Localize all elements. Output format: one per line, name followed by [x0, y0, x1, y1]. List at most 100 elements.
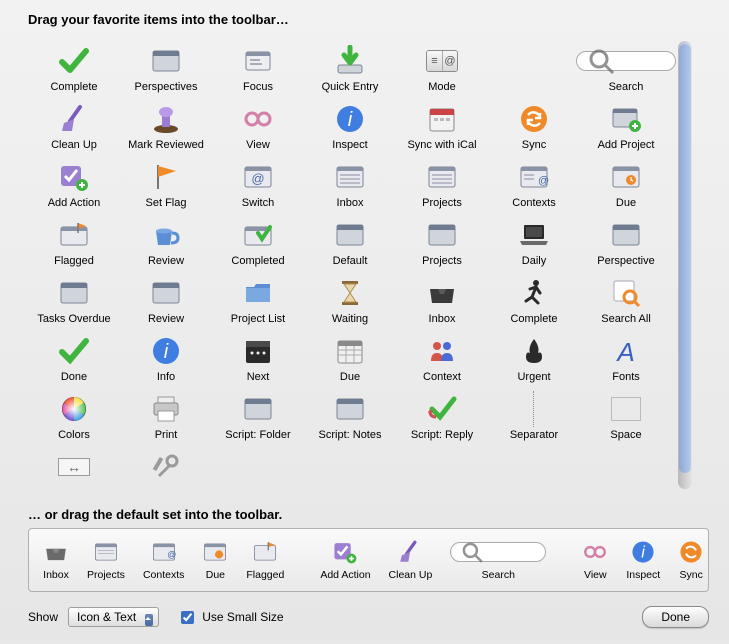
sync-icon — [678, 539, 704, 565]
item-projects-2[interactable]: Projects — [396, 219, 488, 267]
vertical-scrollbar[interactable] — [678, 41, 692, 489]
item-complete-2[interactable]: Complete — [488, 277, 580, 325]
item-fonts[interactable]: A Fonts — [580, 335, 672, 383]
item-info[interactable]: i Info — [120, 335, 212, 383]
glasses-icon — [242, 103, 274, 135]
item-inspect[interactable]: i Inspect — [304, 103, 396, 151]
default-contexts[interactable]: @Contexts — [143, 539, 184, 581]
coffee-icon — [150, 219, 182, 251]
item-inbox[interactable]: Inbox — [304, 161, 396, 209]
svg-text:i: i — [641, 544, 645, 562]
instruction-bottom: … or drag the default set into the toolb… — [28, 507, 709, 522]
tray-at-icon: @ — [151, 539, 177, 565]
item-mode[interactable]: ≡@ Mode — [396, 45, 488, 93]
item-focus[interactable]: Focus — [212, 45, 304, 93]
item-due-2[interactable]: Due — [304, 335, 396, 383]
default-flagged[interactable]: Flagged — [246, 539, 284, 581]
item-review[interactable]: Review — [120, 219, 212, 267]
item-mark-reviewed[interactable]: Mark Reviewed — [120, 103, 212, 151]
window-icon — [242, 45, 274, 77]
calendar-icon — [426, 103, 458, 135]
item-search[interactable]: Search — [580, 45, 672, 93]
default-search[interactable]: Search — [450, 539, 546, 581]
svg-text:@: @ — [538, 175, 549, 187]
toolbar-items-grid: Complete Perspectives Focus Quick Entry … — [28, 37, 672, 493]
calendar-grid-icon — [334, 335, 366, 367]
item-due[interactable]: Due — [580, 161, 672, 209]
default-sync[interactable]: Sync — [678, 539, 704, 581]
item-search-all[interactable]: Search All — [580, 277, 672, 325]
item-colors[interactable]: Colors — [28, 393, 120, 441]
window-icon — [58, 277, 90, 309]
window-icon — [150, 45, 182, 77]
item-context[interactable]: Context — [396, 335, 488, 383]
use-small-size-checkbox[interactable] — [181, 611, 194, 624]
default-view[interactable]: View — [582, 539, 608, 581]
default-inbox[interactable]: Inbox — [43, 539, 69, 581]
item-separator[interactable]: Separator — [488, 393, 580, 441]
item-view[interactable]: View — [212, 103, 304, 151]
window-icon — [334, 219, 366, 251]
tray-clock-icon — [202, 539, 228, 565]
item-customize[interactable] — [120, 451, 212, 487]
tray-clock-icon — [610, 161, 642, 193]
item-set-flag[interactable]: Set Flag — [120, 161, 212, 209]
tray-at-icon: @ — [518, 161, 550, 193]
folder-icon — [242, 277, 274, 309]
item-completed[interactable]: Completed — [212, 219, 304, 267]
window-icon — [610, 219, 642, 251]
window-icon — [426, 219, 458, 251]
show-label: Show — [28, 610, 58, 624]
item-waiting[interactable]: Waiting — [304, 277, 396, 325]
item-review-2[interactable]: Review — [120, 277, 212, 325]
item-sync-ical[interactable]: Sync with iCal — [396, 103, 488, 151]
item-add-project[interactable]: Add Project — [580, 103, 672, 151]
svg-text:A: A — [615, 337, 634, 367]
item-add-action[interactable]: Add Action — [28, 161, 120, 209]
item-print[interactable]: Print — [120, 393, 212, 441]
tray-flag-icon — [58, 219, 90, 251]
item-perspective[interactable]: Perspective — [580, 219, 672, 267]
item-project-list[interactable]: Project List — [212, 277, 304, 325]
item-switch[interactable]: @ Switch — [212, 161, 304, 209]
item-clean-up[interactable]: Clean Up — [28, 103, 120, 151]
item-urgent[interactable]: Urgent — [488, 335, 580, 383]
item-next[interactable]: Next — [212, 335, 304, 383]
item-perspectives[interactable]: Perspectives — [120, 45, 212, 93]
item-done[interactable]: Done — [28, 335, 120, 383]
item-daily[interactable]: Daily — [488, 219, 580, 267]
item-tasks-overdue[interactable]: Tasks Overdue — [28, 277, 120, 325]
item-space[interactable]: Space — [580, 393, 672, 441]
item-sync[interactable]: Sync — [488, 103, 580, 151]
default-inspect[interactable]: iInspect — [626, 539, 660, 581]
item-flagged[interactable]: Flagged — [28, 219, 120, 267]
info-icon: i — [334, 103, 366, 135]
download-arrow-icon — [334, 45, 366, 77]
font-icon: A — [610, 335, 642, 367]
check-plus-icon — [58, 161, 90, 193]
item-quick-entry[interactable]: Quick Entry — [304, 45, 396, 93]
default-due[interactable]: Due — [202, 539, 228, 581]
item-projects[interactable]: Projects — [396, 161, 488, 209]
flag-icon — [150, 161, 182, 193]
done-button[interactable]: Done — [642, 606, 709, 628]
item-script-notes[interactable]: Script: Notes — [304, 393, 396, 441]
people-icon — [426, 335, 458, 367]
show-select[interactable]: Icon & Text — [68, 610, 159, 624]
hourglass-icon — [334, 277, 366, 309]
item-flexible-space[interactable]: ↔ — [28, 451, 120, 487]
item-inbox-2[interactable]: Inbox — [396, 277, 488, 325]
tray-icon — [334, 161, 366, 193]
item-script-reply[interactable]: Script: Reply — [396, 393, 488, 441]
default-toolbar-set[interactable]: Inbox Projects @Contexts Due Flagged Add… — [28, 528, 709, 592]
default-add-action[interactable]: Add Action — [320, 539, 370, 581]
item-contexts[interactable]: @ Contexts — [488, 161, 580, 209]
laptop-icon — [518, 219, 550, 251]
item-default[interactable]: Default — [304, 219, 396, 267]
item-complete[interactable]: Complete — [28, 45, 120, 93]
default-projects[interactable]: Projects — [87, 539, 125, 581]
default-clean-up[interactable]: Clean Up — [389, 539, 433, 581]
space-icon — [610, 393, 642, 425]
item-script-folder[interactable]: Script: Folder — [212, 393, 304, 441]
svg-text:@: @ — [167, 550, 176, 560]
